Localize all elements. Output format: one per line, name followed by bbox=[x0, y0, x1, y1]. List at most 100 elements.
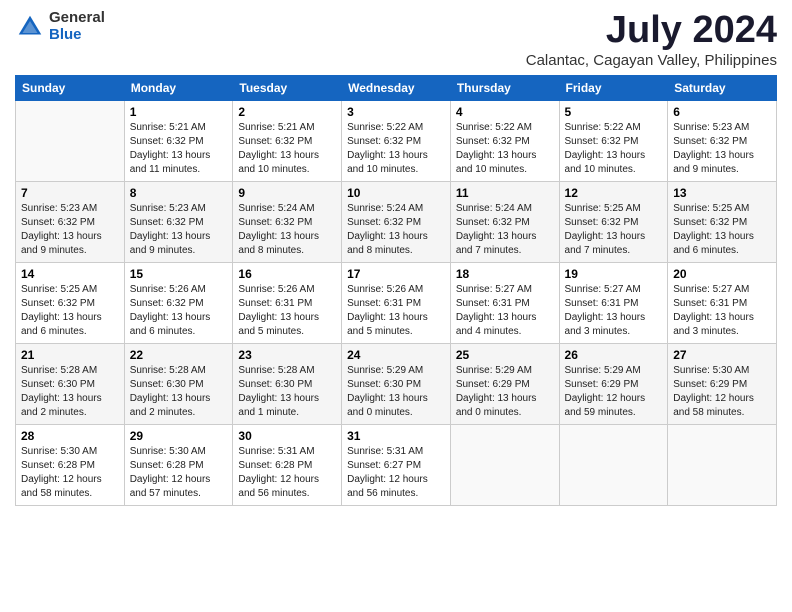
logo-blue: Blue bbox=[49, 27, 105, 44]
day-info: Sunrise: 5:29 AMSunset: 6:29 PMDaylight:… bbox=[456, 364, 554, 420]
calendar-cell: 14 Sunrise: 5:25 AMSunset: 6:32 PMDayligh… bbox=[16, 262, 125, 343]
day-number: 25 bbox=[456, 348, 554, 362]
day-info: Sunrise: 5:25 AMSunset: 6:32 PMDaylight:… bbox=[565, 202, 663, 258]
title-area: July 2024 Calantac, Cagayan Valley, Phil… bbox=[526, 10, 777, 69]
day-info: Sunrise: 5:24 AMSunset: 6:32 PMDaylight:… bbox=[347, 202, 445, 258]
calendar-cell: 26 Sunrise: 5:29 AMSunset: 6:29 PMDayligh… bbox=[559, 343, 668, 424]
day-number: 9 bbox=[238, 186, 336, 200]
col-header-saturday: Saturday bbox=[668, 75, 777, 100]
day-number: 5 bbox=[565, 105, 663, 119]
calendar-cell: 27 Sunrise: 5:30 AMSunset: 6:29 PMDayligh… bbox=[668, 343, 777, 424]
calendar-cell: 24 Sunrise: 5:29 AMSunset: 6:30 PMDayligh… bbox=[342, 343, 451, 424]
day-info: Sunrise: 5:22 AMSunset: 6:32 PMDaylight:… bbox=[347, 121, 445, 177]
day-number: 29 bbox=[130, 429, 228, 443]
day-info: Sunrise: 5:21 AMSunset: 6:32 PMDaylight:… bbox=[238, 121, 336, 177]
calendar-cell: 22 Sunrise: 5:28 AMSunset: 6:30 PMDayligh… bbox=[124, 343, 233, 424]
calendar-cell: 30 Sunrise: 5:31 AMSunset: 6:28 PMDayligh… bbox=[233, 424, 342, 505]
calendar-cell: 18 Sunrise: 5:27 AMSunset: 6:31 PMDayligh… bbox=[450, 262, 559, 343]
day-info: Sunrise: 5:30 AMSunset: 6:28 PMDaylight:… bbox=[21, 445, 119, 501]
day-info: Sunrise: 5:21 AMSunset: 6:32 PMDaylight:… bbox=[130, 121, 228, 177]
day-info: Sunrise: 5:23 AMSunset: 6:32 PMDaylight:… bbox=[21, 202, 119, 258]
day-number: 14 bbox=[21, 267, 119, 281]
day-number: 10 bbox=[347, 186, 445, 200]
day-number: 26 bbox=[565, 348, 663, 362]
day-info: Sunrise: 5:24 AMSunset: 6:32 PMDaylight:… bbox=[238, 202, 336, 258]
col-header-friday: Friday bbox=[559, 75, 668, 100]
day-number: 13 bbox=[673, 186, 771, 200]
day-info: Sunrise: 5:28 AMSunset: 6:30 PMDaylight:… bbox=[238, 364, 336, 420]
calendar-cell: 4Sunrise: 5:22 AMSunset: 6:32 PMDaylight… bbox=[450, 100, 559, 181]
day-info: Sunrise: 5:28 AMSunset: 6:30 PMDaylight:… bbox=[130, 364, 228, 420]
day-info: Sunrise: 5:30 AMSunset: 6:29 PMDaylight:… bbox=[673, 364, 771, 420]
calendar-table: SundayMondayTuesdayWednesdayThursdayFrid… bbox=[15, 75, 777, 506]
day-info: Sunrise: 5:25 AMSunset: 6:32 PMDaylight:… bbox=[673, 202, 771, 258]
day-info: Sunrise: 5:25 AMSunset: 6:32 PMDaylight:… bbox=[21, 283, 119, 339]
day-info: Sunrise: 5:29 AMSunset: 6:29 PMDaylight:… bbox=[565, 364, 663, 420]
calendar-cell: 1 Sunrise: 5:21 AMSunset: 6:32 PMDaylight… bbox=[124, 100, 233, 181]
day-number: 16 bbox=[238, 267, 336, 281]
day-number: 8 bbox=[130, 186, 228, 200]
logo-general: General bbox=[49, 10, 105, 27]
col-header-monday: Monday bbox=[124, 75, 233, 100]
day-number: 30 bbox=[238, 429, 336, 443]
calendar-cell: 9 Sunrise: 5:24 AMSunset: 6:32 PMDaylight… bbox=[233, 181, 342, 262]
calendar-cell: 7 Sunrise: 5:23 AMSunset: 6:32 PMDaylight… bbox=[16, 181, 125, 262]
calendar-cell bbox=[450, 424, 559, 505]
day-info: Sunrise: 5:26 AMSunset: 6:32 PMDaylight:… bbox=[130, 283, 228, 339]
calendar-cell: 15 Sunrise: 5:26 AMSunset: 6:32 PMDayligh… bbox=[124, 262, 233, 343]
day-info: Sunrise: 5:29 AMSunset: 6:30 PMDaylight:… bbox=[347, 364, 445, 420]
header: General Blue July 2024 Calantac, Cagayan… bbox=[15, 10, 777, 69]
col-header-thursday: Thursday bbox=[450, 75, 559, 100]
day-number: 24 bbox=[347, 348, 445, 362]
location-title: Calantac, Cagayan Valley, Philippines bbox=[526, 52, 777, 69]
day-info: Sunrise: 5:27 AMSunset: 6:31 PMDaylight:… bbox=[456, 283, 554, 339]
day-info: Sunrise: 5:22 AMSunset: 6:32 PMDaylight:… bbox=[565, 121, 663, 177]
calendar-cell: 19Sunrise: 5:27 AMSunset: 6:31 PMDayligh… bbox=[559, 262, 668, 343]
calendar-cell: 31 Sunrise: 5:31 AMSunset: 6:27 PMDayligh… bbox=[342, 424, 451, 505]
logo-text: General Blue bbox=[49, 10, 105, 43]
calendar-cell: 13 Sunrise: 5:25 AMSunset: 6:32 PMDayligh… bbox=[668, 181, 777, 262]
day-number: 17 bbox=[347, 267, 445, 281]
logo: General Blue bbox=[15, 10, 105, 43]
day-number: 12 bbox=[565, 186, 663, 200]
calendar-cell: 29 Sunrise: 5:30 AMSunset: 6:28 PMDayligh… bbox=[124, 424, 233, 505]
calendar-cell: 12 Sunrise: 5:25 AMSunset: 6:32 PMDayligh… bbox=[559, 181, 668, 262]
calendar-cell: 21 Sunrise: 5:28 AMSunset: 6:30 PMDayligh… bbox=[16, 343, 125, 424]
calendar-cell: 28 Sunrise: 5:30 AMSunset: 6:28 PMDayligh… bbox=[16, 424, 125, 505]
calendar-cell bbox=[16, 100, 125, 181]
calendar-cell: 3Sunrise: 5:22 AMSunset: 6:32 PMDaylight… bbox=[342, 100, 451, 181]
col-header-wednesday: Wednesday bbox=[342, 75, 451, 100]
day-number: 7 bbox=[21, 186, 119, 200]
day-info: Sunrise: 5:27 AMSunset: 6:31 PMDaylight:… bbox=[673, 283, 771, 339]
day-number: 19 bbox=[565, 267, 663, 281]
day-number: 27 bbox=[673, 348, 771, 362]
calendar-cell: 20Sunrise: 5:27 AMSunset: 6:31 PMDayligh… bbox=[668, 262, 777, 343]
calendar-cell: 17Sunrise: 5:26 AMSunset: 6:31 PMDayligh… bbox=[342, 262, 451, 343]
day-number: 2 bbox=[238, 105, 336, 119]
day-number: 18 bbox=[456, 267, 554, 281]
calendar-cell: 8Sunrise: 5:23 AMSunset: 6:32 PMDaylight… bbox=[124, 181, 233, 262]
calendar-cell: 5 Sunrise: 5:22 AMSunset: 6:32 PMDaylight… bbox=[559, 100, 668, 181]
day-number: 6 bbox=[673, 105, 771, 119]
calendar-cell: 11Sunrise: 5:24 AMSunset: 6:32 PMDayligh… bbox=[450, 181, 559, 262]
calendar-cell: 25 Sunrise: 5:29 AMSunset: 6:29 PMDayligh… bbox=[450, 343, 559, 424]
day-info: Sunrise: 5:31 AMSunset: 6:28 PMDaylight:… bbox=[238, 445, 336, 501]
day-info: Sunrise: 5:30 AMSunset: 6:28 PMDaylight:… bbox=[130, 445, 228, 501]
col-header-tuesday: Tuesday bbox=[233, 75, 342, 100]
calendar-cell: 6Sunrise: 5:23 AMSunset: 6:32 PMDaylight… bbox=[668, 100, 777, 181]
calendar-cell bbox=[559, 424, 668, 505]
day-number: 28 bbox=[21, 429, 119, 443]
calendar-cell: 10 Sunrise: 5:24 AMSunset: 6:32 PMDayligh… bbox=[342, 181, 451, 262]
day-number: 21 bbox=[21, 348, 119, 362]
day-number: 11 bbox=[456, 186, 554, 200]
day-number: 1 bbox=[130, 105, 228, 119]
month-title: July 2024 bbox=[526, 10, 777, 52]
col-header-sunday: Sunday bbox=[16, 75, 125, 100]
day-info: Sunrise: 5:31 AMSunset: 6:27 PMDaylight:… bbox=[347, 445, 445, 501]
day-number: 15 bbox=[130, 267, 228, 281]
day-info: Sunrise: 5:28 AMSunset: 6:30 PMDaylight:… bbox=[21, 364, 119, 420]
day-number: 31 bbox=[347, 429, 445, 443]
day-number: 22 bbox=[130, 348, 228, 362]
calendar-cell: 2 Sunrise: 5:21 AMSunset: 6:32 PMDaylight… bbox=[233, 100, 342, 181]
day-info: Sunrise: 5:26 AMSunset: 6:31 PMDaylight:… bbox=[238, 283, 336, 339]
